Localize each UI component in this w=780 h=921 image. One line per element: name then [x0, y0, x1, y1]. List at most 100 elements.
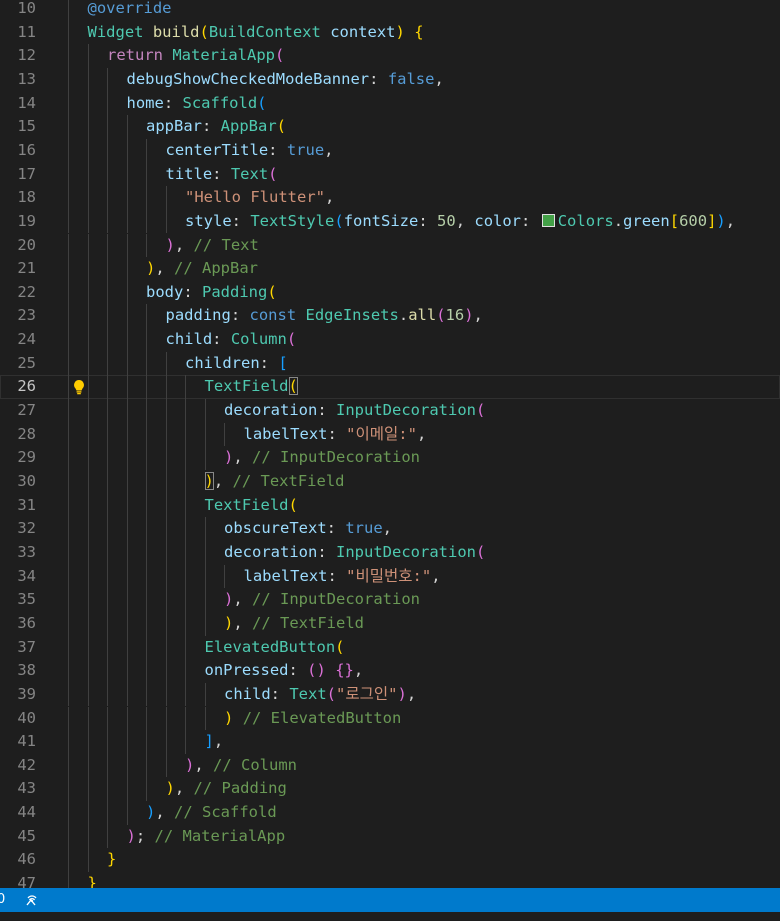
code-line[interactable]: 47} — [0, 872, 780, 888]
code-line[interactable]: 35), // InputDecoration — [0, 588, 780, 612]
code-line[interactable]: 30), // TextField — [0, 470, 780, 494]
code-token: true — [345, 519, 383, 538]
indent-guide — [165, 564, 167, 589]
code-line[interactable]: 23 padding: const EdgeInsets.all(16), — [0, 304, 780, 329]
code-text: centerTitle: true, — [166, 139, 334, 163]
indent-guide — [87, 375, 89, 400]
line-number: 19 — [17, 211, 36, 230]
code-line[interactable]: 36), // TextField — [0, 611, 780, 636]
line-number: 11 — [17, 22, 36, 41]
line-number: 43 — [17, 779, 36, 798]
code-token: ElevatedButton — [204, 637, 336, 656]
code-line[interactable]: 13 debugShowCheckedModeBanner: false, — [0, 67, 780, 92]
indent-guide — [87, 162, 89, 187]
code-line[interactable]: 45); // MaterialApp — [0, 824, 780, 849]
code-line[interactable]: 16 centerTitle: true, — [0, 138, 780, 163]
line-number: 28 — [17, 424, 36, 443]
code-line[interactable]: 25 children: [ — [0, 351, 780, 376]
indent-guide — [204, 706, 206, 731]
indent-guide — [68, 375, 69, 400]
code-line[interactable]: 26 TextField( — [0, 375, 780, 400]
code-line[interactable]: 42), // Column — [0, 753, 780, 778]
code-line[interactable]: 22 body: Padding( — [0, 280, 780, 305]
indent-guide — [107, 588, 108, 612]
indent-guide — [87, 753, 89, 778]
code-line[interactable]: 18 "Hello Flutter", — [0, 186, 780, 210]
code-line[interactable]: 21), // AppBar — [0, 257, 780, 281]
indent-guide — [146, 422, 147, 447]
code-token: ) — [185, 755, 195, 774]
text-cursor — [296, 377, 298, 396]
code-line[interactable]: 24 child: Column( — [0, 328, 780, 352]
problems-count[interactable]: 0 — [0, 888, 5, 912]
code-line[interactable]: 44), // Scaffold — [0, 801, 780, 825]
code-token: TextStyle — [250, 211, 335, 230]
lightbulb-icon[interactable] — [72, 379, 86, 395]
code-line[interactable]: 32 obscureText: true, — [0, 517, 780, 541]
code-line[interactable]: 33 decoration: InputDecoration( — [0, 540, 780, 565]
code-token: ) — [224, 448, 234, 467]
code-line[interactable]: 28 labelText: "이메일:", — [0, 422, 780, 447]
code-token: , — [233, 590, 253, 609]
code-text: ) // ElevatedButton — [224, 707, 401, 731]
code-line[interactable]: 46} — [0, 848, 780, 873]
color-swatch-icon[interactable] — [541, 213, 555, 227]
indent-guide — [126, 446, 128, 470]
indent-guide — [204, 517, 206, 541]
code-line[interactable]: 40) // ElevatedButton — [0, 706, 780, 731]
code-text: ), // Padding — [166, 777, 287, 801]
indent-guide — [146, 682, 147, 707]
code-line[interactable]: 17 title: Text( — [0, 162, 780, 187]
code-token: ) — [397, 684, 407, 703]
code-line[interactable]: 19 style: TextStyle(fontSize: 50, color: … — [0, 209, 780, 234]
code-line[interactable]: 29), // InputDecoration — [0, 446, 780, 470]
indent-guide — [185, 564, 186, 589]
broadcast-icon[interactable] — [24, 888, 40, 912]
code-line[interactable]: 39 child: Text("로그인"), — [0, 682, 780, 707]
code-line[interactable]: 41], — [0, 730, 780, 754]
code-line[interactable]: 20), // Text — [0, 233, 780, 258]
code-token: // AppBar — [174, 259, 259, 278]
code-line[interactable]: 11 Widget build(BuildContext context) { — [0, 20, 780, 45]
indent-guide — [126, 682, 128, 707]
indent-guide — [165, 375, 167, 400]
indent-guide — [87, 730, 89, 754]
code-line[interactable]: 37 ElevatedButton( — [0, 635, 780, 660]
code-line[interactable]: 14 home: Scaffold( — [0, 91, 780, 116]
indent-guide — [126, 540, 128, 565]
indent-guide — [87, 682, 89, 707]
indent-guide — [87, 848, 89, 873]
code-line[interactable]: 12 return MaterialApp( — [0, 44, 780, 68]
code-token: : — [317, 401, 336, 420]
indent-guide — [204, 540, 206, 565]
indent-guide — [87, 67, 89, 92]
indent-guide — [185, 399, 186, 423]
indent-guide — [146, 138, 147, 163]
indent-guide — [165, 753, 167, 778]
indent-guide — [107, 115, 108, 139]
indent-guide — [165, 186, 167, 210]
line-number: 16 — [17, 140, 36, 159]
code-line[interactable]: 38 onPressed: () {}, — [0, 659, 780, 683]
code-editor[interactable]: 10 @override 11 Widget build(BuildContext c… — [0, 0, 780, 888]
code-text: onPressed: () {}, — [205, 659, 364, 683]
indent-guide — [146, 777, 147, 802]
code-text: TextField( — [205, 375, 298, 399]
indent-guide — [68, 162, 69, 187]
code-line[interactable]: 15 appBar: AppBar( — [0, 115, 780, 139]
indent-guide — [165, 517, 167, 541]
code-token: ( — [436, 306, 446, 325]
indent-guide — [146, 162, 147, 187]
code-line[interactable]: 31 TextField( — [0, 493, 780, 518]
code-line[interactable]: 43 ), // Padding — [0, 777, 780, 802]
code-line[interactable]: 10 @override — [0, 0, 780, 21]
code-line[interactable]: 27 decoration: InputDecoration( — [0, 399, 780, 423]
code-token: , — [382, 519, 392, 538]
code-line[interactable]: 34 labelText: "비밀번호:", — [0, 564, 780, 589]
code-token: , — [416, 424, 427, 443]
indent-guide — [87, 446, 89, 470]
line-number: 12 — [17, 46, 36, 65]
code-token: children — [185, 353, 260, 372]
indent-guide — [107, 233, 108, 258]
